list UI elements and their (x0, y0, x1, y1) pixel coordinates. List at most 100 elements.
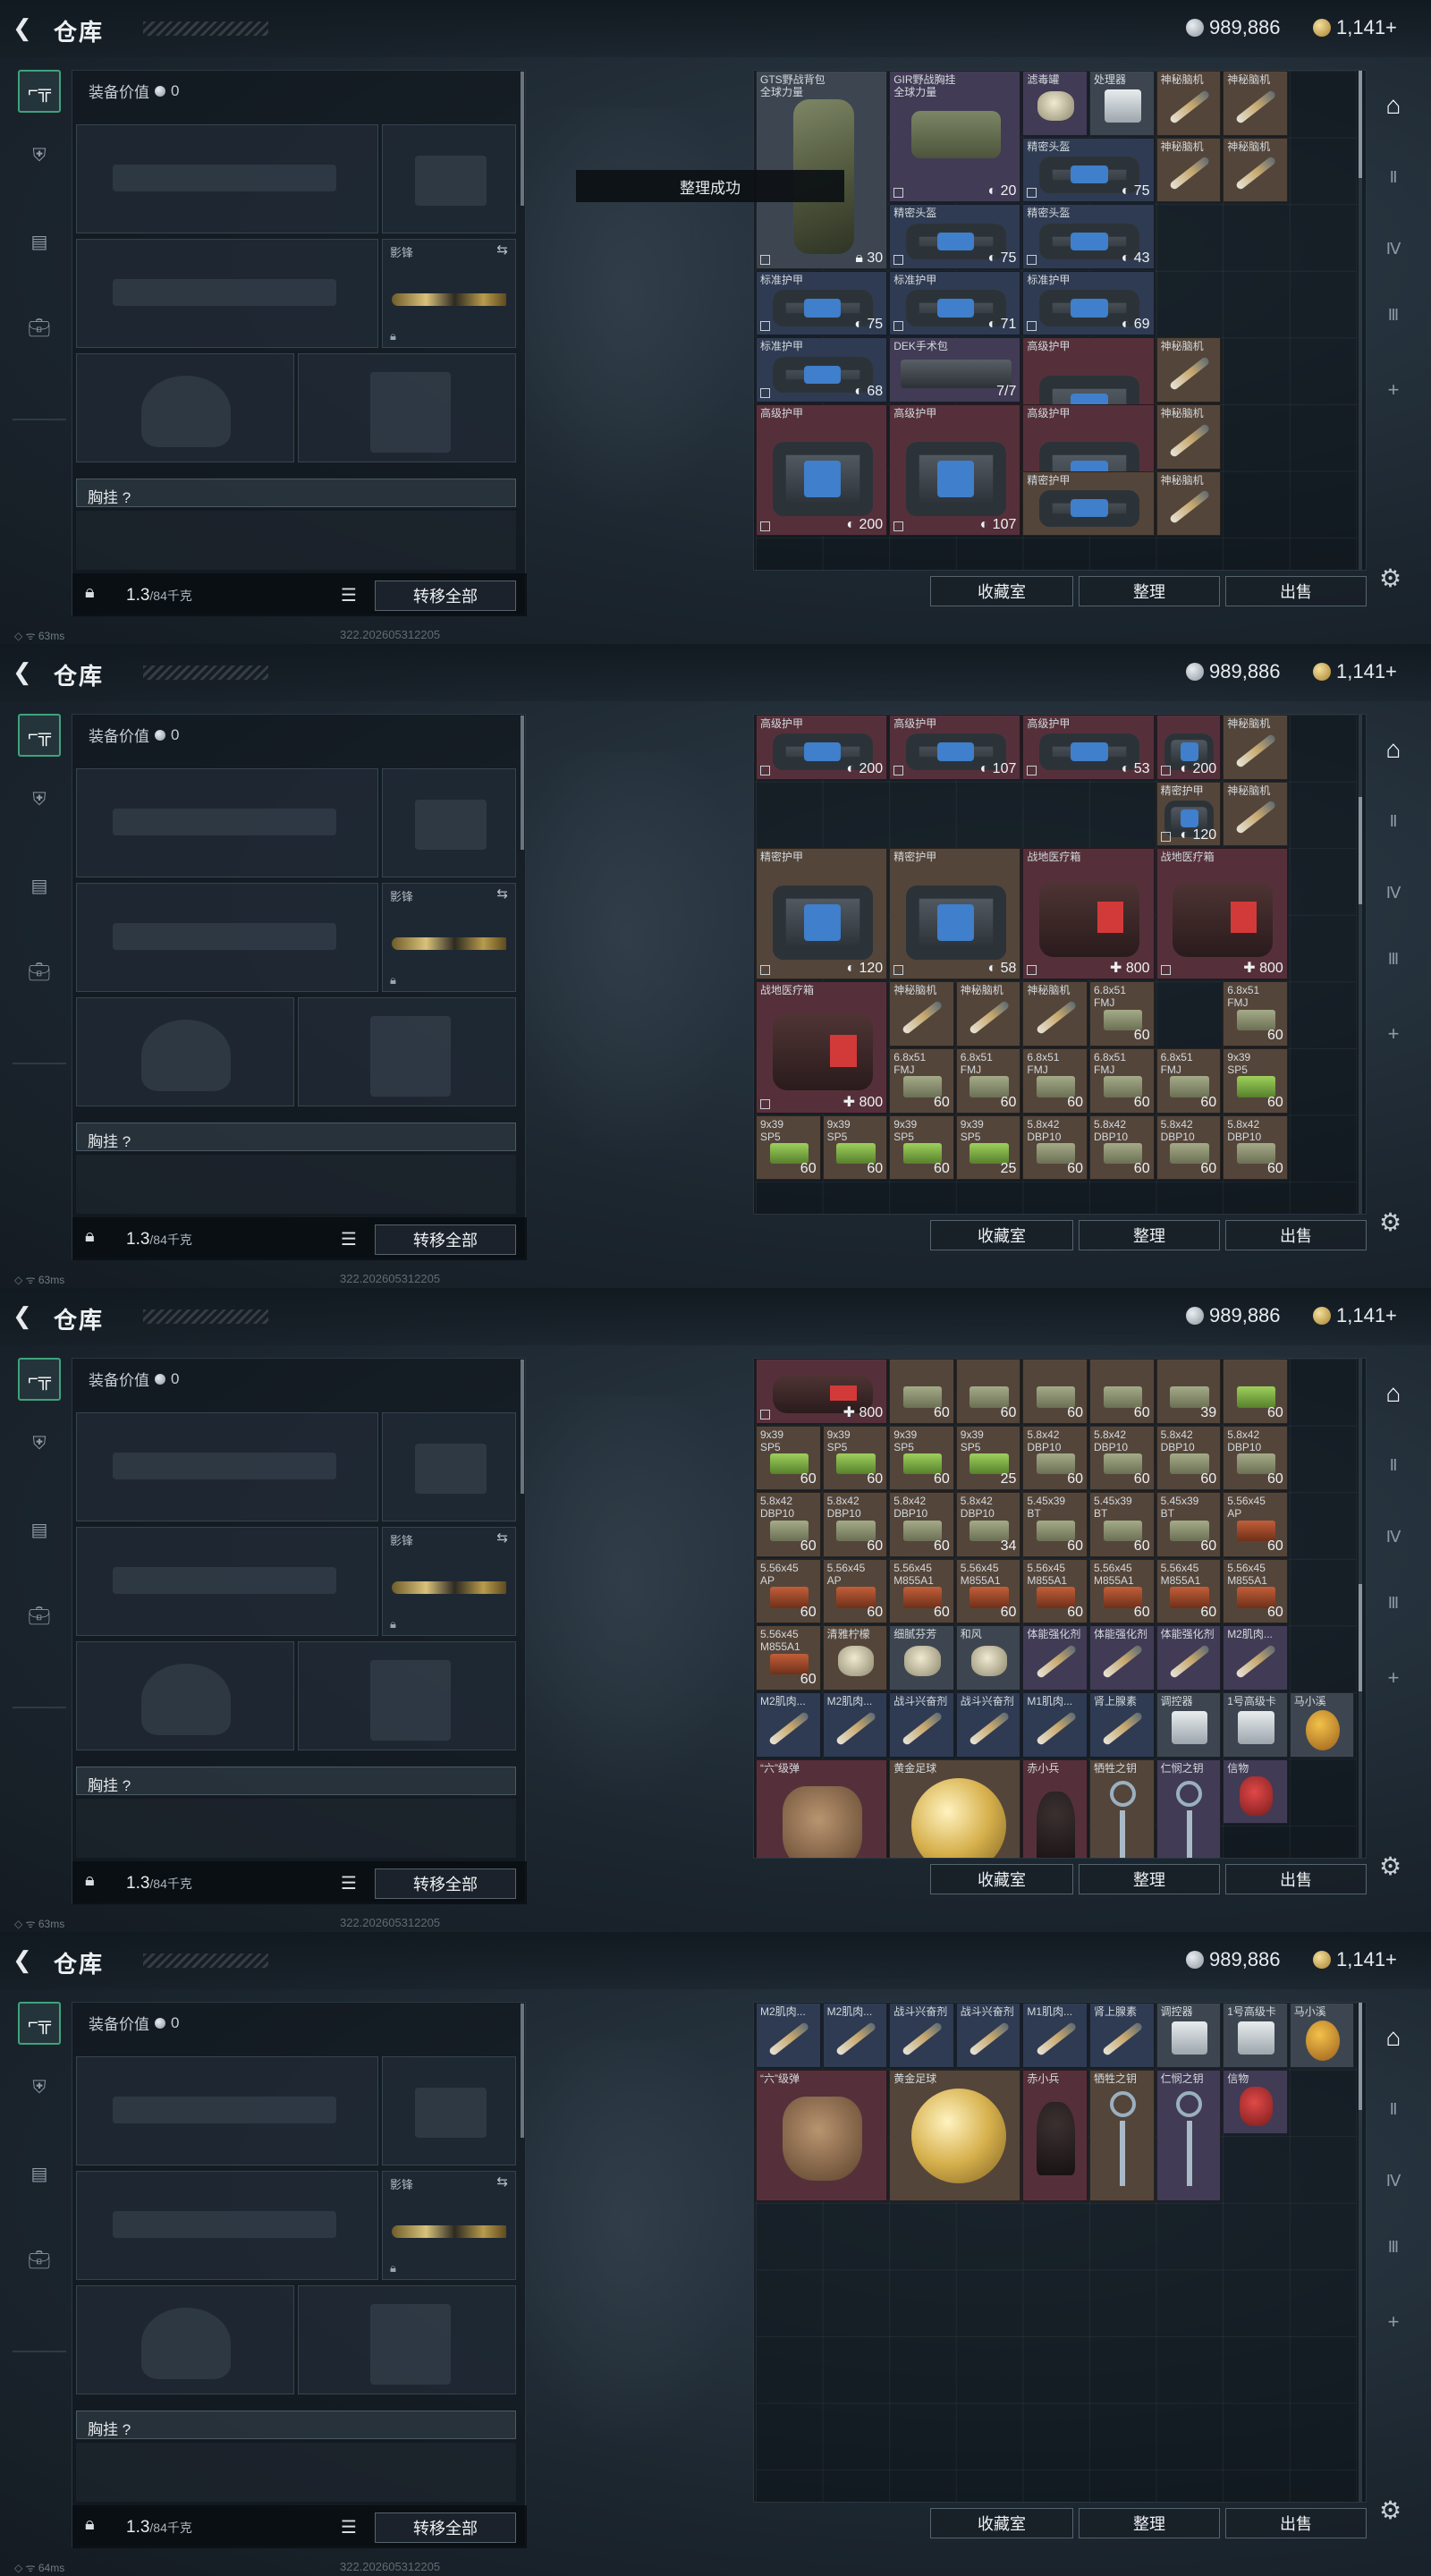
stash-item-chibi[interactable]: 赤小兵 (1022, 2069, 1088, 2201)
transfer-all-button[interactable]: 转移全部 (375, 1224, 516, 1255)
chest-rig-header[interactable]: 胸挂 ? (76, 1123, 516, 1151)
stash-tab-2-icon[interactable]: Ⅱ (1374, 801, 1413, 841)
stash-item-stim_battle[interactable]: 战斗兴奋剂 (955, 1692, 1021, 1758)
stash-item-stim_m2[interactable]: M2肌肉... (822, 2003, 888, 2068)
stash-item-stim_m1[interactable]: M1肌肉... (1022, 1692, 1088, 1758)
stash-item-wind[interactable]: 和风 (955, 1625, 1021, 1690)
stash-item-a556[interactable]: 5.56x45 M855A1 60 (1223, 1558, 1288, 1624)
stash-item-horse[interactable]: 马小溪 (1289, 1692, 1355, 1758)
armor-slot[interactable] (298, 353, 516, 462)
gold-currency[interactable]: 1,141+ (1313, 660, 1397, 683)
stash-item-card1[interactable]: 1号高级卡 (1223, 2003, 1288, 2068)
stash-item-a68[interactable]: 39 (1156, 1359, 1222, 1424)
chest-rig-header[interactable]: 胸挂 ? (76, 2411, 516, 2439)
stash-item-a556[interactable]: 5.56x45 M855A1 60 (1022, 1558, 1088, 1624)
stash-scroll-thumb[interactable] (1359, 797, 1362, 904)
stash-item-a556[interactable]: 5.56x45 M855A1 60 (1156, 1558, 1222, 1624)
stash-item-stim_m2[interactable]: M2肌肉... (756, 2003, 821, 2068)
stash-item-a939[interactable]: 9x39 SP5 60 (1223, 1048, 1288, 1114)
stash-item-a939[interactable]: 9x39 SP5 60 (756, 1114, 821, 1181)
rig-tab-icon[interactable]: ▤ (18, 1508, 61, 1551)
sort-button[interactable]: 整理 (1079, 2508, 1220, 2538)
list-icon[interactable]: ☰ (341, 2516, 357, 2538)
stash-tab-3-icon[interactable]: Ⅲ (1374, 295, 1413, 335)
weapon-tab-icon[interactable]: ⌐╦ (18, 714, 61, 757)
stash-item-armor_adv[interactable]: 高级护甲 ◐ 107 (889, 404, 1021, 537)
armor-tab-icon[interactable]: ⛨ (18, 2066, 61, 2109)
stash-item-a939[interactable]: 9x39 SP5 60 (889, 1425, 954, 1491)
sell-button[interactable]: 出售 (1225, 1864, 1367, 1894)
stash-item-a556[interactable]: 5.56x45 M855A1 60 (756, 1625, 821, 1690)
gold-currency[interactable]: 1,141+ (1313, 1304, 1397, 1327)
stash-item-armor_adv[interactable]: 高级护甲 ◐ 200 (756, 404, 888, 537)
knife-item[interactable] (392, 293, 506, 306)
stash-tab-3-icon[interactable]: Ⅲ (1374, 2227, 1413, 2267)
stash-tab-3-icon[interactable]: Ⅲ (1374, 939, 1413, 979)
stash-item-dek[interactable]: DEK手术包 7/7 (889, 337, 1021, 402)
stash-item-a68[interactable]: 6.8x51 FMJ 60 (1156, 1048, 1222, 1114)
stash-tab-3-icon[interactable]: Ⅲ (1374, 1583, 1413, 1623)
armor-tab-icon[interactable]: ⛨ (18, 134, 61, 177)
pistol-slot[interactable] (382, 2056, 516, 2165)
stash-scroll-thumb[interactable] (1359, 1584, 1362, 1691)
stash-item-stim_adrenal[interactable]: 肾上腺素 (1089, 1692, 1155, 1758)
stash-item-armor_adv[interactable]: 高级护甲 ◐ 53 (1022, 715, 1155, 780)
stash-item-glove[interactable]: “六”级弹 (756, 1758, 888, 1858)
stash-item-token[interactable]: 信物 (1223, 2069, 1288, 2135)
primary-weapon-slot[interactable] (76, 1412, 378, 1521)
stash-item-a68[interactable]: 6.8x51 FMJ 60 (889, 1048, 954, 1114)
stash-item-a58[interactable]: 5.8x42 DBP10 60 (1089, 1114, 1155, 1181)
stash-item-a58[interactable]: 5.8x42 DBP10 60 (822, 1492, 888, 1557)
stash-item-card1[interactable]: 1号高级卡 (1223, 1692, 1288, 1758)
back-icon[interactable]: ❮ (13, 1947, 38, 1972)
backpack-tab-icon[interactable]: 💼︎ (18, 950, 61, 993)
helmet-slot[interactable] (76, 353, 294, 462)
stash-item-glove[interactable]: “六”级弹 (756, 2069, 888, 2201)
armor-tab-icon[interactable]: ⛨ (18, 778, 61, 821)
stash-item-lemon[interactable]: 清雅柠檬 (822, 1625, 888, 1690)
swap-icon[interactable]: ⇆ (496, 2174, 508, 2190)
armor-slot[interactable] (298, 997, 516, 1106)
stash-item-helmet[interactable]: 精密头盔 ◐ 75 (1022, 137, 1155, 203)
helmet-slot[interactable] (76, 997, 294, 1106)
gold-currency[interactable]: 1,141+ (1313, 16, 1397, 39)
sort-button[interactable]: 整理 (1079, 1220, 1220, 1250)
collection-button[interactable]: 收藏室 (930, 1864, 1073, 1894)
sell-button[interactable]: 出售 (1225, 2508, 1367, 2538)
stash-item-a556[interactable]: 5.56x45 M855A1 60 (1089, 1558, 1155, 1624)
stash-item-a58[interactable]: 5.8x42 DBP10 60 (1089, 1425, 1155, 1491)
list-icon[interactable]: ☰ (341, 1228, 357, 1250)
melee-slot[interactable]: 影锋 ⇆ 🔒︎ (382, 1527, 516, 1636)
stash-item-a939[interactable]: 9x39 SP5 60 (822, 1425, 888, 1491)
stash-item-filter[interactable]: 滤毒罐 (1022, 71, 1088, 136)
stash-scroll-thumb[interactable] (1359, 71, 1362, 178)
stash-item-armor_std[interactable]: 标准护甲 ◐ 69 (1022, 270, 1155, 336)
stash-item-brain[interactable]: 神秘脑机 (955, 981, 1021, 1046)
stash-item-a68[interactable]: 60 (955, 1359, 1021, 1424)
stash-item-brain[interactable]: 神秘脑机 (1156, 337, 1222, 402)
settings-gear-icon[interactable]: ⚙ (1379, 2496, 1401, 2525)
lock-icon[interactable]: 🔒︎ (85, 582, 95, 603)
helmet-slot[interactable] (76, 1641, 294, 1750)
stash-item-a939[interactable]: 9x39 SP5 60 (822, 1114, 888, 1181)
stash-item-a556[interactable]: 5.56x45 M855A1 60 (889, 1558, 954, 1624)
stash-item-rig[interactable]: GIR野战胸挂 全球力量 ◐ 20 (889, 71, 1021, 203)
stash-item-brain[interactable]: 神秘脑机 (1022, 981, 1088, 1046)
swap-icon[interactable]: ⇆ (496, 242, 508, 258)
stash-item-a58[interactable]: 5.8x42 DBP10 34 (955, 1492, 1021, 1557)
stash-item-ball[interactable]: 黄金足球 (889, 1758, 1021, 1858)
rig-tab-icon[interactable]: ▤ (18, 864, 61, 907)
stash-item-stim_m2[interactable]: M2肌肉... (756, 1692, 821, 1758)
equipment-scrollbar[interactable] (521, 2004, 524, 2138)
back-icon[interactable]: ❮ (13, 15, 38, 40)
stash-item-stim_battle[interactable]: 战斗兴奋剂 (889, 2003, 954, 2068)
stash-item-a545[interactable]: 5.45x39 BT 60 (1089, 1492, 1155, 1557)
stash-item-armor_adv[interactable]: ◐ 200 (1156, 715, 1222, 780)
stash-home-icon[interactable]: ⌂ (1374, 86, 1413, 125)
stash-item-brain[interactable]: 神秘脑机 (1223, 137, 1288, 203)
stash-item-a939[interactable]: 9x39 SP5 25 (955, 1425, 1021, 1491)
stash-item-tuner[interactable]: 调控器 (1156, 1692, 1222, 1758)
stash-item-a68[interactable]: 6.8x51 FMJ 60 (1089, 1048, 1155, 1114)
stash-home-icon[interactable]: ⌂ (1374, 730, 1413, 769)
stash-item-a68[interactable]: 6.8x51 FMJ 60 (1022, 1048, 1088, 1114)
